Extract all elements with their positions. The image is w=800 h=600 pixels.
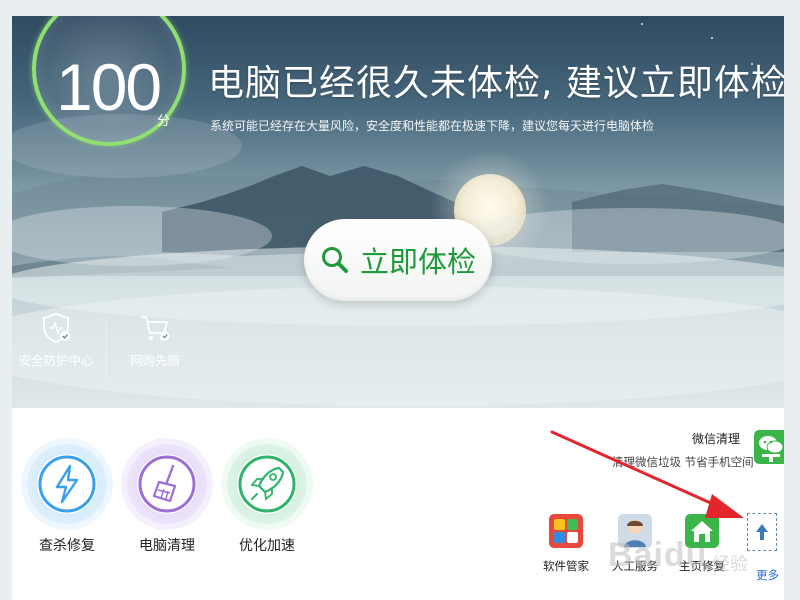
main-panel: 100 分 电脑已经很久未体检, 建议立即体检 ! 系统可能已经存在大量风险，安… [12,16,784,600]
window-frame: 100 分 电脑已经很久未体检, 建议立即体检 ! 系统可能已经存在大量风险，安… [0,0,800,600]
annotation-arrow [550,430,744,518]
